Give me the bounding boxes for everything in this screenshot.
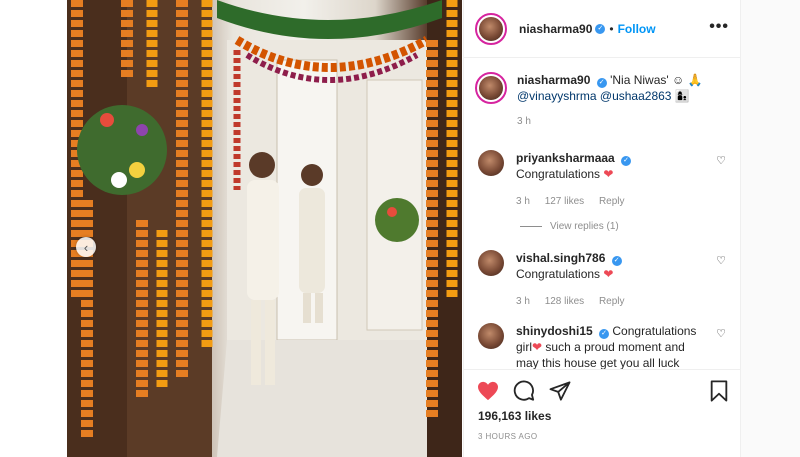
post-username[interactable]: niasharma90: [519, 22, 592, 36]
post-caption: niasharma90 ✓ 'Nia Niwas' ☺ 🙏 @vinayyshr…: [475, 72, 737, 130]
red-heart-emoji: ❤: [532, 340, 543, 354]
post-details-panel: niasharma90 ✓ • Follow ••• niasharma90 ✓…: [463, 0, 741, 457]
verified-badge-icon: ✓: [595, 23, 606, 34]
avatar[interactable]: [475, 12, 507, 45]
separator-dot: •: [609, 21, 614, 36]
post-header: niasharma90 ✓ • Follow •••: [464, 0, 741, 58]
comment-item: vishal.singh786 ✓ Congratulations ❤ 3 h …: [478, 250, 738, 310]
comment-text: Congratulations: [516, 167, 601, 181]
page-background: [740, 0, 800, 457]
comment-time: 3 h: [516, 196, 530, 207]
likes-count[interactable]: 196,163 likes: [478, 409, 551, 423]
verified-badge-icon: ✓: [599, 329, 610, 339]
comment-icon[interactable]: [513, 380, 535, 402]
avatar[interactable]: [475, 72, 507, 104]
post-image[interactable]: [67, 0, 462, 457]
chevron-left-icon: ‹: [83, 239, 89, 255]
view-replies-button[interactable]: View replies (1): [520, 221, 619, 232]
verified-badge-icon: ✓: [611, 256, 622, 266]
red-heart-emoji: ❤: [603, 267, 614, 281]
follow-button[interactable]: Follow: [618, 22, 656, 36]
comment-username[interactable]: priyanksharmaaa: [516, 151, 615, 165]
comment-text-continued: such a proud moment and may this house g…: [516, 340, 685, 369]
mention-link[interactable]: @vinayyshrma: [517, 89, 597, 103]
verified-badge-icon: ✓: [621, 156, 632, 166]
reply-button[interactable]: Reply: [599, 296, 625, 307]
reply-button[interactable]: Reply: [599, 196, 625, 207]
avatar[interactable]: [478, 150, 504, 176]
post-actions: 196,163 likes 3 HOURS AGO: [464, 369, 741, 457]
heart-icon[interactable]: [477, 381, 499, 401]
like-comment-heart-icon[interactable]: ♡: [716, 327, 726, 340]
comment-username[interactable]: vishal.singh786: [516, 251, 605, 265]
comment-text: Congratulations: [516, 267, 601, 281]
avatar[interactable]: [478, 250, 504, 276]
like-comment-heart-icon[interactable]: ♡: [716, 154, 726, 167]
caption-time: 3 h: [517, 116, 531, 127]
comment-item: priyanksharmaaa ✓ Congratulations ❤ 3 h …: [478, 150, 738, 210]
bookmark-icon[interactable]: [709, 380, 729, 402]
share-icon[interactable]: [549, 381, 571, 401]
comment-likes[interactable]: 127 likes: [545, 196, 584, 207]
caption-username[interactable]: niasharma90: [517, 73, 590, 87]
mention-link[interactable]: @ushaa2863: [600, 89, 672, 103]
caption-emoji: 👩‍👦: [674, 89, 690, 103]
red-heart-emoji: ❤: [603, 167, 614, 181]
avatar[interactable]: [478, 323, 504, 349]
posted-time: 3 HOURS AGO: [478, 432, 538, 441]
comment-likes[interactable]: 128 likes: [545, 296, 584, 307]
comment-item: shinydoshi15 ✓ Congratulations girl❤ suc…: [478, 323, 738, 369]
comment-username[interactable]: shinydoshi15: [516, 324, 593, 338]
like-comment-heart-icon[interactable]: ♡: [716, 254, 726, 267]
more-options-icon[interactable]: •••: [709, 18, 729, 36]
carousel-prev-button[interactable]: ‹: [76, 237, 96, 257]
caption-text: 'Nia Niwas' ☺ 🙏: [610, 73, 703, 87]
verified-badge-icon: ✓: [596, 78, 607, 88]
comment-time: 3 h: [516, 296, 530, 307]
post-photo-illustration: [67, 0, 462, 457]
